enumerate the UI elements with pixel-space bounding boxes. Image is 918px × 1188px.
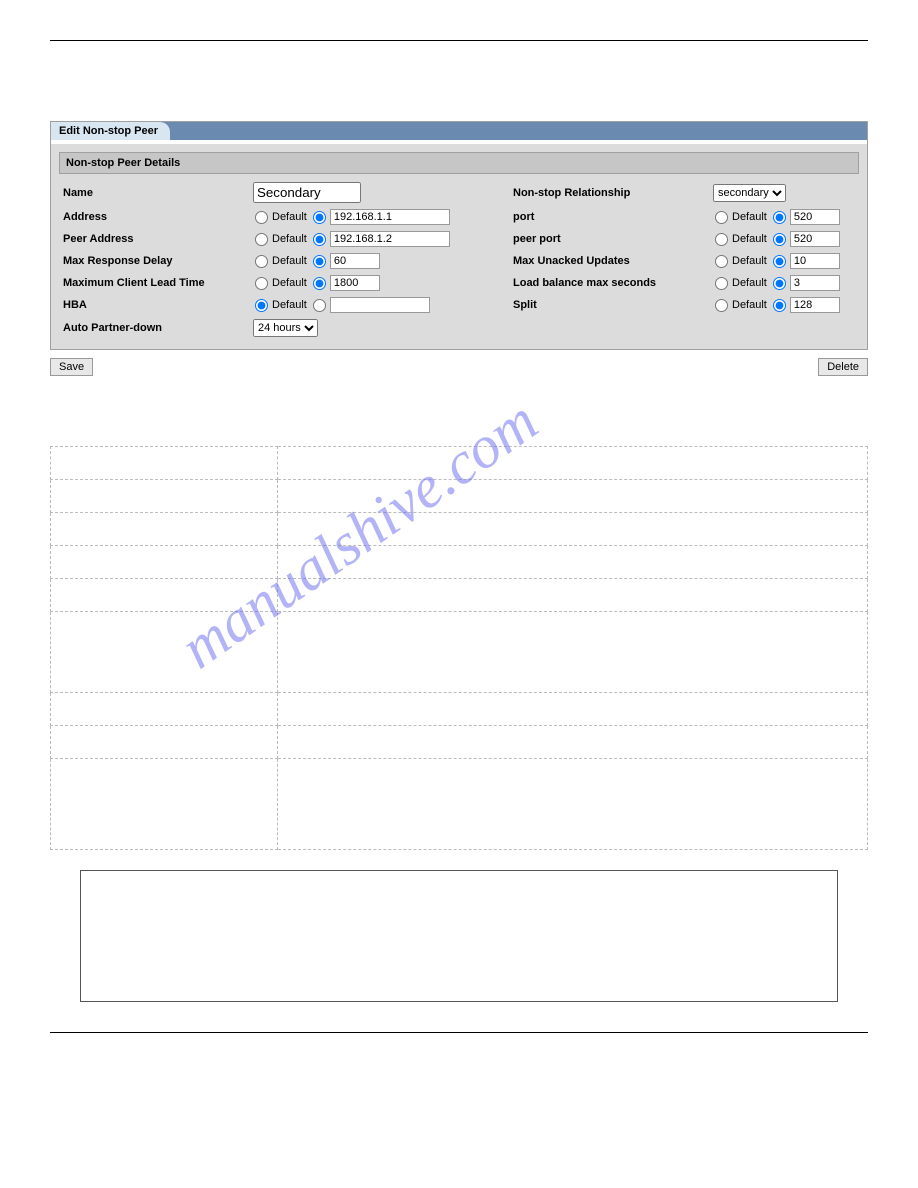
relationship-select[interactable]: secondary: [713, 184, 786, 202]
label-name: Name: [63, 187, 253, 199]
max-response-delay-default-radio[interactable]: [255, 255, 268, 268]
load-balance-max-seconds-default-radio[interactable]: [715, 277, 728, 290]
peer-port-default-label: Default: [732, 233, 767, 245]
split-default-radio[interactable]: [715, 299, 728, 312]
load-balance-max-seconds-default-label: Default: [732, 277, 767, 289]
max-client-lead-time-default-radio[interactable]: [255, 277, 268, 290]
max-client-lead-time-input[interactable]: [330, 275, 380, 291]
label-max-response-delay: Max Response Delay: [63, 255, 253, 267]
max-client-lead-time-custom-radio[interactable]: [313, 277, 326, 290]
port-default-radio[interactable]: [715, 211, 728, 224]
address-input[interactable]: [330, 209, 450, 225]
port-custom-radio[interactable]: [773, 211, 786, 224]
split-input[interactable]: [790, 297, 840, 313]
section-title: Non-stop Peer Details: [59, 152, 859, 174]
max-response-delay-custom-radio[interactable]: [313, 255, 326, 268]
label-port: port: [513, 211, 713, 223]
split-custom-radio[interactable]: [773, 299, 786, 312]
tab-edit-nonstop-peer[interactable]: Edit Non-stop Peer: [51, 122, 170, 140]
edit-nonstop-peer-panel: Edit Non-stop Peer Non-stop Peer Details…: [50, 121, 868, 350]
peer-port-input[interactable]: [790, 231, 840, 247]
table-row: [51, 612, 868, 693]
table-row: [51, 447, 868, 480]
table-row: [51, 726, 868, 759]
label-peer-port: peer port: [513, 233, 713, 245]
address-custom-radio[interactable]: [313, 211, 326, 224]
tab-bar: Edit Non-stop Peer: [51, 122, 867, 140]
description-table: [50, 446, 868, 850]
load-balance-max-seconds-custom-radio[interactable]: [773, 277, 786, 290]
hba-default-label: Default: [272, 299, 307, 311]
address-default-radio[interactable]: [255, 211, 268, 224]
table-row: [51, 513, 868, 546]
max-client-lead-time-default-label: Default: [272, 277, 307, 289]
peer-address-custom-radio[interactable]: [313, 233, 326, 246]
max-unacked-updates-default-radio[interactable]: [715, 255, 728, 268]
label-max-unacked-updates: Max Unacked Updates: [513, 255, 713, 267]
peer-port-default-radio[interactable]: [715, 233, 728, 246]
max-unacked-updates-custom-radio[interactable]: [773, 255, 786, 268]
label-relationship: Non-stop Relationship: [513, 187, 713, 199]
label-hba: HBA: [63, 299, 253, 311]
hba-default-radio[interactable]: [255, 299, 268, 312]
port-input[interactable]: [790, 209, 840, 225]
label-load-balance-max-seconds: Load balance max seconds: [513, 277, 713, 289]
bottom-rule: [50, 1032, 868, 1033]
auto-partner-down-select[interactable]: 24 hours: [253, 319, 318, 337]
max-response-delay-input[interactable]: [330, 253, 380, 269]
max-response-delay-default-label: Default: [272, 255, 307, 267]
table-row: [51, 480, 868, 513]
peer-address-default-radio[interactable]: [255, 233, 268, 246]
table-row: [51, 759, 868, 850]
load-balance-max-seconds-input[interactable]: [790, 275, 840, 291]
save-button[interactable]: Save: [50, 358, 93, 376]
peer-port-custom-radio[interactable]: [773, 233, 786, 246]
label-peer-address: Peer Address: [63, 233, 253, 245]
peer-address-default-label: Default: [272, 233, 307, 245]
label-split: Split: [513, 299, 713, 311]
label-address: Address: [63, 211, 253, 223]
peer-address-input[interactable]: [330, 231, 450, 247]
port-default-label: Default: [732, 211, 767, 223]
table-row: [51, 546, 868, 579]
hba-custom-radio[interactable]: [313, 299, 326, 312]
table-row: [51, 693, 868, 726]
max-unacked-updates-default-label: Default: [732, 255, 767, 267]
name-input[interactable]: [253, 182, 361, 203]
max-unacked-updates-input[interactable]: [790, 253, 840, 269]
delete-button[interactable]: Delete: [818, 358, 868, 376]
top-rule: [50, 40, 868, 41]
table-row: [51, 579, 868, 612]
hba-input[interactable]: [330, 297, 430, 313]
label-max-client-lead-time: Maximum Client Lead Time: [63, 277, 253, 289]
split-default-label: Default: [732, 299, 767, 311]
label-auto-partner-down: Auto Partner-down: [63, 322, 253, 334]
outlined-box: [80, 870, 838, 1002]
address-default-label: Default: [272, 211, 307, 223]
